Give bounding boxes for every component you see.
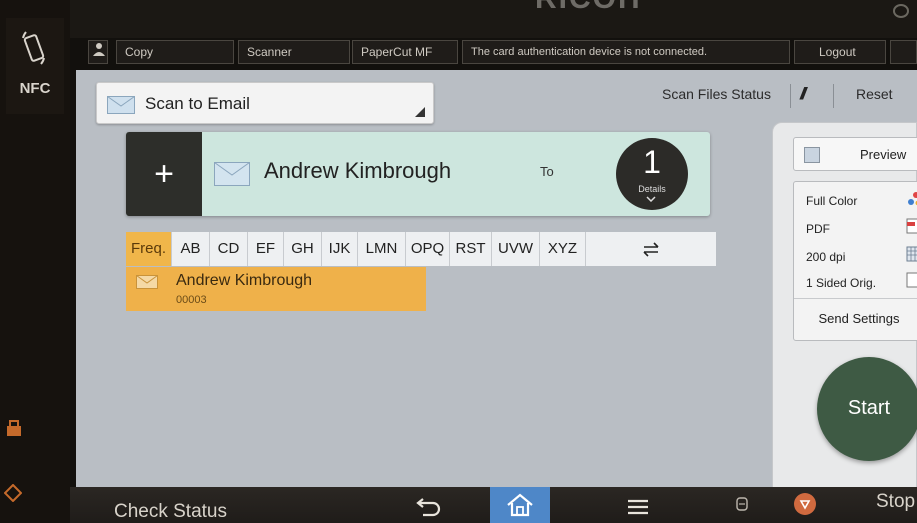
scan-settings-panel: Full Color PDF 200 dpi 1 Sided Orig. Sen… <box>793 181 917 341</box>
check-status-button[interactable]: Check Status <box>114 501 227 523</box>
preview-label: Preview <box>860 147 907 162</box>
nfc-phone-icon <box>22 31 45 65</box>
checkbox-box <box>804 147 820 163</box>
original-page-icon <box>906 272 917 288</box>
tab-uvw[interactable]: UVW <box>492 232 540 266</box>
original-sides-setting: 1 Sided Orig. <box>806 276 877 290</box>
printer-icon <box>7 420 21 436</box>
status-message-label: The card authentication device is not co… <box>471 46 708 58</box>
papercut-label: PaperCut MF <box>361 45 433 59</box>
bottom-bar: Check Status Stop <box>70 487 917 523</box>
tab-ab[interactable]: AB <box>172 232 210 266</box>
tab-xyz[interactable]: XYZ <box>540 232 586 266</box>
resolution-grid-icon <box>906 246 917 262</box>
stop-hand-icon <box>799 500 811 510</box>
stop-icon[interactable] <box>794 493 816 515</box>
color-setting: Full Color <box>806 194 858 208</box>
user-icon <box>93 43 105 56</box>
stop-button[interactable]: Stop <box>876 491 915 513</box>
tab-gh[interactable]: GH <box>284 232 322 266</box>
settings-icon[interactable] <box>893 4 909 18</box>
copy-button[interactable]: Copy <box>116 40 234 64</box>
tab-opq[interactable]: OPQ <box>406 232 450 266</box>
add-destination-button[interactable]: + <box>126 132 202 216</box>
index-tabs: Freq. AB CD EF GH IJK LMN OPQ RST UVW XY… <box>126 232 716 266</box>
menu-icon[interactable] <box>627 497 649 517</box>
start-button[interactable]: Start <box>817 357 917 461</box>
program-icon[interactable]: // <box>800 84 807 104</box>
user-button[interactable] <box>88 40 108 64</box>
main-panel: Scan to Email Scan Files Status // Reset… <box>76 70 917 497</box>
memory-icon <box>736 497 748 511</box>
energy-button[interactable] <box>890 40 917 64</box>
tab-ef[interactable]: EF <box>248 232 284 266</box>
destination-bar: + Andrew Kimbrough To 1 Details <box>126 132 710 216</box>
pdf-file-icon <box>906 218 917 234</box>
destination-count-button[interactable]: 1 Details <box>616 138 688 210</box>
screen: NFC RICOH Copy Scanner PaperCut MF The c… <box>0 0 917 523</box>
brand-logo: RICOH <box>535 0 642 16</box>
start-label: Start <box>847 397 891 419</box>
dropdown-arrow-icon <box>415 107 425 117</box>
color-palette-icon <box>908 192 917 206</box>
file-type-setting: PDF <box>806 222 830 236</box>
tab-lmn[interactable]: LMN <box>358 232 406 266</box>
scanner-label: Scanner <box>247 45 292 59</box>
envelope-icon <box>136 275 158 289</box>
status-message-button[interactable]: The card authentication device is not co… <box>462 40 790 64</box>
reset-button[interactable]: Reset <box>856 86 893 102</box>
scanner-button[interactable]: Scanner <box>238 40 350 64</box>
nfc-button[interactable]: NFC <box>6 18 64 114</box>
entry-name: Andrew Kimbrough <box>176 272 313 289</box>
mode-dropdown[interactable]: Scan to Email <box>96 82 434 124</box>
tab-freq[interactable]: Freq. <box>126 232 172 266</box>
back-arrow-icon[interactable] <box>413 497 441 519</box>
switch-index-button[interactable] <box>586 232 716 266</box>
top-strip: RICOH <box>70 0 917 38</box>
left-bezel: NFC <box>0 0 70 523</box>
home-button[interactable] <box>490 487 550 523</box>
scan-files-status-button[interactable]: Scan Files Status <box>662 86 771 102</box>
preview-checkbox[interactable]: Preview <box>793 137 917 171</box>
destination-name: Andrew Kimbrough <box>264 158 452 183</box>
envelope-icon <box>214 162 250 186</box>
right-panel: Preview Full Color PDF 200 dpi 1 Sided O… <box>772 122 917 497</box>
details-label: Details <box>638 184 666 194</box>
logout-label: Logout <box>819 45 856 59</box>
copy-label: Copy <box>125 45 154 59</box>
destination-field-label: To <box>540 164 554 179</box>
destination-count: 1 <box>643 144 661 180</box>
chevron-down-icon <box>646 196 656 202</box>
nfc-label: NFC <box>19 80 51 97</box>
list-item[interactable]: Andrew Kimbrough 00003 <box>126 267 426 311</box>
tab-cd[interactable]: CD <box>210 232 248 266</box>
divider <box>833 84 834 108</box>
logout-button[interactable]: Logout <box>794 40 886 64</box>
papercut-button[interactable]: PaperCut MF <box>352 40 458 64</box>
send-settings-button[interactable]: Send Settings <box>794 298 917 342</box>
entry-number: 00003 <box>176 294 207 306</box>
tab-rst[interactable]: RST <box>450 232 492 266</box>
mode-dropdown-label: Scan to Email <box>145 94 250 113</box>
tab-ijk[interactable]: IJK <box>322 232 358 266</box>
resolution-setting: 200 dpi <box>806 250 846 264</box>
home-icon <box>507 493 533 517</box>
divider <box>790 84 791 108</box>
power-icon <box>4 484 22 502</box>
envelope-icon <box>107 96 135 114</box>
swap-icon <box>643 242 659 257</box>
